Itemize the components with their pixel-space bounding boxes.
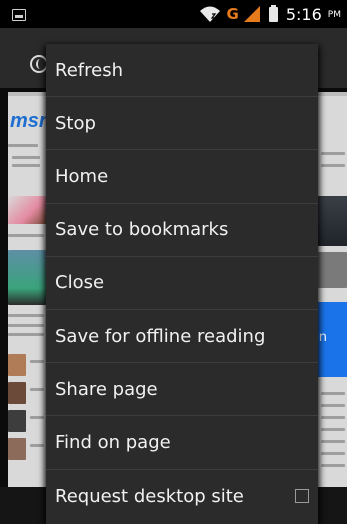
menu-item-share-page[interactable]: Share page — [46, 363, 318, 417]
webpage-avatar — [8, 382, 26, 404]
webpage-text-line — [8, 234, 44, 237]
webpage-text-line — [321, 428, 345, 431]
webpage-text-line — [8, 324, 44, 327]
webpage-text-line — [321, 152, 345, 155]
menu-item-request-desktop-site[interactable]: Request desktop site — [46, 470, 318, 523]
clock-ampm: PM — [327, 10, 341, 20]
webpage-text-line — [30, 360, 44, 363]
menu-item-find-on-page[interactable]: Find on page — [46, 416, 318, 470]
webpage-text-line — [8, 144, 38, 147]
screen: G 5:16 PM msn n Refresh Stop Home Save t… — [0, 0, 347, 524]
webpage-text-line — [8, 333, 44, 336]
webpage-text-line — [321, 392, 345, 395]
webpage-avatar — [8, 354, 26, 376]
webpage-text-line — [321, 452, 345, 455]
browser-overflow-menu: Refresh Stop Home Save to bookmarks Clos… — [46, 44, 318, 524]
webpage-avatar — [8, 410, 26, 432]
webpage-thumbnail — [8, 196, 46, 224]
menu-item-label: Close — [55, 272, 105, 294]
menu-item-label: Share page — [55, 378, 158, 400]
webpage-photo-right — [317, 252, 347, 288]
wifi-icon — [199, 6, 220, 22]
webpage-photo-right — [317, 196, 347, 246]
webpage-text-line — [321, 164, 345, 167]
signal-strength-icon — [243, 6, 260, 22]
menu-item-label: Request desktop site — [55, 485, 244, 507]
request-desktop-site-checkbox[interactable] — [295, 489, 309, 504]
webpage-text-line — [321, 440, 345, 443]
menu-item-home[interactable]: Home — [46, 150, 318, 204]
webpage-logo: msn — [10, 110, 52, 132]
menu-item-label: Save for offline reading — [55, 325, 266, 347]
webpage-text-line — [12, 164, 40, 167]
menu-item-save-to-bookmarks[interactable]: Save to bookmarks — [46, 204, 318, 257]
webpage-blue-panel-text: n — [318, 330, 327, 345]
menu-item-close[interactable]: Close — [46, 257, 318, 310]
webpage-text-line — [321, 404, 345, 407]
menu-item-label: Stop — [55, 112, 96, 134]
webpage-text-line — [30, 388, 44, 391]
webpage-text-line — [30, 416, 44, 419]
webpage-text-line — [321, 416, 345, 419]
webpage-avatar — [8, 438, 26, 460]
webpage-text-line — [12, 156, 40, 159]
status-indicators: G 5:16 PM — [198, 0, 341, 28]
battery-icon — [268, 4, 278, 22]
webpage-text-line — [321, 464, 345, 467]
screenshot-notification-icon — [12, 9, 26, 21]
clock-time: 5:16 — [285, 4, 322, 24]
menu-item-save-offline[interactable]: Save for offline reading — [46, 310, 318, 364]
menu-item-refresh[interactable]: Refresh — [46, 44, 318, 98]
webpage-text-line — [8, 314, 44, 317]
menu-item-label: Find on page — [55, 431, 171, 453]
menu-item-label: Save to bookmarks — [55, 219, 229, 241]
status-bar: G 5:16 PM — [0, 0, 347, 28]
menu-item-label: Refresh — [55, 59, 123, 81]
menu-item-label: Home — [55, 165, 109, 187]
webpage-car-photo — [8, 250, 46, 305]
network-type-label: G — [226, 5, 239, 23]
webpage-text-line — [30, 444, 44, 447]
menu-item-stop[interactable]: Stop — [46, 97, 318, 151]
